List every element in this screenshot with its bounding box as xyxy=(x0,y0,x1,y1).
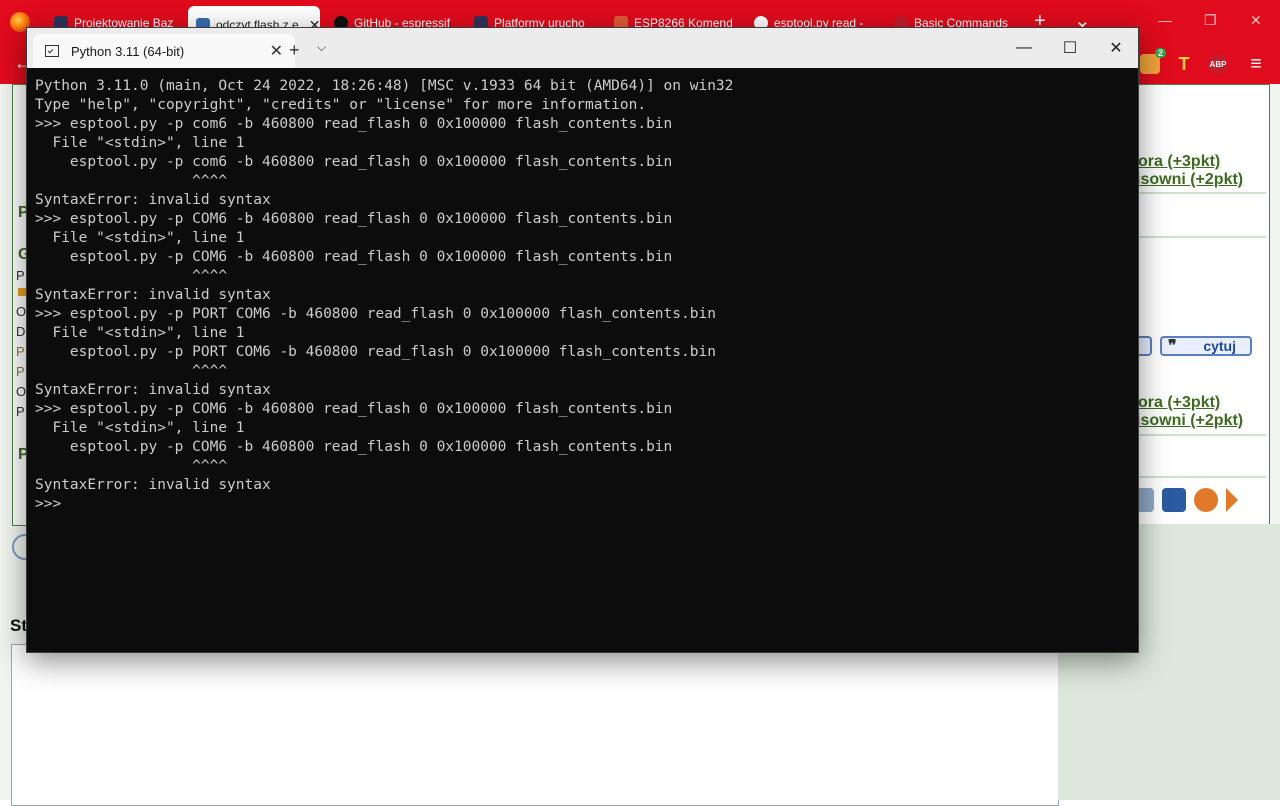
terminal-line: >>> esptool.py -p COM6 -b 460800 read_fl… xyxy=(35,401,673,417)
divider xyxy=(1136,476,1266,478)
menu-icon[interactable]: ≡ xyxy=(1246,53,1266,75)
divider xyxy=(1136,236,1266,238)
extension-badge: 2 xyxy=(1154,48,1166,58)
terminal-output: Python 3.11.0 (main, Oct 24 2022, 18:26:… xyxy=(35,77,1138,514)
terminal-tab-close-icon[interactable]: ✕ xyxy=(270,41,283,61)
terminal-line: esptool.py -p com6 -b 460800 read_flash … xyxy=(35,154,673,170)
quote-button[interactable]: ❞ cytuj xyxy=(1160,336,1252,356)
next-arrow-icon[interactable] xyxy=(1226,488,1238,512)
divider xyxy=(1136,192,1266,194)
terminal-titlebar[interactable]: Python 3.11 (64-bit) ✕ + ⌵ — ☐ ✕ xyxy=(27,28,1138,68)
reputation-link[interactable]: isowni (+2pkt) xyxy=(1136,412,1243,430)
terminal-maximize-icon[interactable]: ☐ xyxy=(1055,36,1085,60)
terminal-line: ^^^^ xyxy=(35,363,228,379)
left-text: P xyxy=(16,404,25,419)
terminal-window: Python 3.11 (64-bit) ✕ + ⌵ — ☐ ✕ Python … xyxy=(26,27,1139,653)
reputation-link[interactable]: ora (+3pkt) xyxy=(1138,153,1220,171)
terminal-line: Type "help", "copyright", "credits" or "… xyxy=(35,97,647,113)
extension-t-icon[interactable]: T xyxy=(1174,54,1194,74)
terminal-line: ^^^^ xyxy=(35,458,228,474)
terminal-line: esptool.py -p COM6 -b 460800 read_flash … xyxy=(35,249,673,265)
terminal-line: ^^^^ xyxy=(35,173,228,189)
terminal-line: esptool.py -p PORT COM6 -b 460800 read_f… xyxy=(35,344,716,360)
terminal-line: SyntaxError: invalid syntax xyxy=(35,382,271,398)
left-text: D xyxy=(16,324,26,339)
left-text: P xyxy=(16,344,25,359)
terminal-new-tab-icon[interactable]: + xyxy=(289,40,300,61)
terminal-line: >>> esptool.py -p com6 -b 460800 read_fl… xyxy=(35,116,673,132)
save-icon[interactable] xyxy=(1162,488,1186,512)
terminal-close-icon[interactable]: ✕ xyxy=(1101,36,1131,60)
browser-close-icon[interactable]: ✕ xyxy=(1250,12,1262,29)
terminal-line: >>> esptool.py -p COM6 -b 460800 read_fl… xyxy=(35,211,673,227)
terminal-tab-title: Python 3.11 (64-bit) xyxy=(71,43,185,59)
left-text: O xyxy=(16,384,27,399)
left-text: O xyxy=(16,304,27,319)
terminal-line: SyntaxError: invalid syntax xyxy=(35,477,271,493)
post-tools xyxy=(1130,488,1238,512)
terminal-line: File "<stdin>", line 1 xyxy=(35,230,245,246)
console-icon xyxy=(45,45,59,57)
terminal-line: Python 3.11.0 (main, Oct 24 2022, 18:26:… xyxy=(35,78,734,94)
terminal-line: esptool.py -p COM6 -b 460800 read_flash … xyxy=(35,439,673,455)
terminal-console[interactable]: Python 3.11.0 (main, Oct 24 2022, 18:26:… xyxy=(27,68,1138,652)
left-text: P xyxy=(16,268,25,283)
terminal-line: File "<stdin>", line 1 xyxy=(35,325,245,341)
reputation-link[interactable]: ora (+3pkt) xyxy=(1138,394,1220,412)
browser-minimize-icon[interactable]: — xyxy=(1158,12,1172,28)
extension-fox-icon[interactable]: 2 xyxy=(1140,48,1166,74)
left-marker xyxy=(18,288,26,296)
terminal-line: File "<stdin>", line 1 xyxy=(35,135,245,151)
reply-textarea[interactable] xyxy=(11,644,1059,806)
terminal-minimize-icon[interactable]: — xyxy=(1009,36,1039,60)
terminal-tab-python[interactable]: Python 3.11 (64-bit) ✕ xyxy=(33,34,295,68)
reputation-link[interactable]: isowni (+2pkt) xyxy=(1136,171,1243,189)
view-icon[interactable] xyxy=(1194,488,1218,512)
terminal-line: File "<stdin>", line 1 xyxy=(35,420,245,436)
terminal-line: ^^^^ xyxy=(35,268,228,284)
terminal-dropdown-icon[interactable]: ⌵ xyxy=(317,40,326,55)
terminal-line: >>> esptool.py -p PORT COM6 -b 460800 re… xyxy=(35,306,716,322)
browser-restore-icon[interactable]: ❐ xyxy=(1204,12,1217,29)
left-text: P xyxy=(16,364,25,379)
quote-icon: ❞ xyxy=(1168,338,1177,355)
terminal-line: SyntaxError: invalid syntax xyxy=(35,287,271,303)
quote-button-label: cytuj xyxy=(1203,338,1236,354)
terminal-line: >>> xyxy=(35,496,70,512)
divider xyxy=(1136,434,1266,436)
adblock-plus-icon[interactable]: ABP xyxy=(1208,54,1228,74)
terminal-line: SyntaxError: invalid syntax xyxy=(35,192,271,208)
section-heading: St xyxy=(10,616,27,635)
